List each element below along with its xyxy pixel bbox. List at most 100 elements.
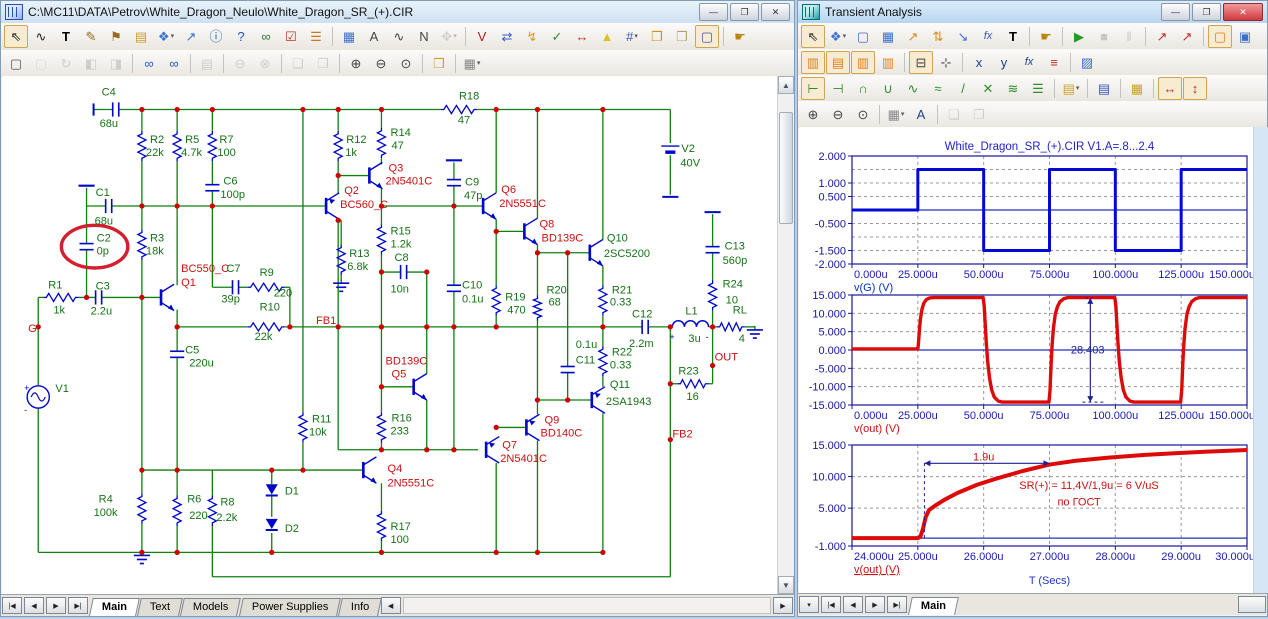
sheet-edit-icon[interactable]: ▦ <box>337 25 361 48</box>
pause-button[interactable]: ‖ <box>1117 25 1141 48</box>
next-tab-button[interactable]: ▶ <box>46 597 66 614</box>
text-mode[interactable]: T <box>1001 25 1025 48</box>
copy-back-icon[interactable]: ❐ <box>311 52 335 75</box>
peak-icon[interactable]: ∩ <box>851 77 875 100</box>
zoom-out[interactable]: ⊖ <box>826 103 850 126</box>
find-attribute[interactable]: A <box>362 25 386 48</box>
curve-icon[interactable]: ↘ <box>951 25 975 48</box>
zoom-lines[interactable]: ≡ <box>1042 51 1066 74</box>
drag-mode[interactable]: ✥▾ <box>437 25 461 48</box>
fx-icon[interactable]: fx <box>976 25 1000 48</box>
zoom-fx[interactable]: fx <box>1017 51 1041 74</box>
lightning-icon[interactable]: ↯ <box>520 25 544 48</box>
select-cursor[interactable]: ⇖ <box>801 25 825 48</box>
zoom-mode[interactable]: ↗ <box>179 25 203 48</box>
find-value[interactable]: V <box>470 25 494 48</box>
hscroll-track[interactable] <box>403 597 771 614</box>
step-icon[interactable]: ⊖ <box>228 52 252 75</box>
numeric-output[interactable]: ▤ <box>1092 77 1116 100</box>
tab-text[interactable]: Text <box>137 598 183 616</box>
tile-menu[interactable]: ▦▾ <box>884 103 908 126</box>
close-button[interactable]: ✕ <box>761 3 790 21</box>
tab-scroll-menu[interactable]: ▾ <box>799 596 819 613</box>
font-icon[interactable]: A <box>909 103 933 126</box>
chart-icon[interactable]: ▦ <box>876 25 900 48</box>
page-icon[interactable]: ❒ <box>645 25 669 48</box>
node-numbers[interactable]: ⇄ <box>495 25 519 48</box>
rotate-icon[interactable]: ↻ <box>54 52 78 75</box>
schematic-titlebar[interactable]: C:\MC11\DATA\Petrov\White_Dragon_Neulo\W… <box>1 1 794 24</box>
multiwave-icon[interactable]: ≋ <box>1001 77 1025 100</box>
zoom-out[interactable]: ⊖ <box>369 52 393 75</box>
last-tab-button[interactable]: ▶| <box>887 596 907 613</box>
component-menu[interactable]: ❖▾ <box>154 25 178 48</box>
first-tab-button[interactable]: |◀ <box>821 596 841 613</box>
zoom-100[interactable]: ⊙ <box>394 52 418 75</box>
analysis-limits[interactable]: ↗ <box>1150 25 1174 48</box>
scroll-down-button[interactable]: ▼ <box>778 576 794 594</box>
select-cursor[interactable]: ⇖ <box>4 25 28 48</box>
find-icon[interactable]: ∞ <box>137 52 161 75</box>
wire-mode[interactable]: ∿ <box>29 25 53 48</box>
slope-icon[interactable]: / <box>951 77 975 100</box>
hscroll-left-button[interactable]: ◀ <box>381 597 401 614</box>
find-next-icon[interactable]: ∞ <box>162 52 186 75</box>
minimize-button[interactable]: — <box>699 3 728 21</box>
close-button[interactable]: ✕ <box>1223 3 1263 21</box>
zoom-region[interactable]: ▢ <box>851 25 875 48</box>
scale-updown-icon[interactable]: ⇅ <box>926 25 950 48</box>
horizontal-cursor[interactable]: ⊟ <box>909 51 933 74</box>
prev-tab-button[interactable]: ◀ <box>24 597 44 614</box>
stop-button[interactable]: ■ <box>1092 25 1116 48</box>
zoom-in[interactable]: ⊕ <box>344 52 368 75</box>
prev-tab-button[interactable]: ◀ <box>843 596 863 613</box>
zoom-y[interactable]: y <box>992 51 1016 74</box>
panel-3[interactable]: ▥ <box>851 51 875 74</box>
find-wave[interactable]: ∿ <box>387 25 411 48</box>
restore-button[interactable]: ❐ <box>730 3 759 21</box>
flip-h-icon[interactable]: ◧ <box>79 52 103 75</box>
help-icon[interactable]: ? <box>229 25 253 48</box>
smooth-icon[interactable]: ≈ <box>926 77 950 100</box>
tile-menu[interactable]: ▦▾ <box>460 52 484 75</box>
grid-menu[interactable]: #▾ <box>620 25 644 48</box>
scroll-up-button[interactable]: ▲ <box>778 76 794 94</box>
component-menu[interactable]: ❖▾ <box>826 25 850 48</box>
hscroll-right-button[interactable]: ▶ <box>773 597 793 614</box>
flip-v-icon[interactable]: ◨ <box>104 52 128 75</box>
last-tab-button[interactable]: ▶| <box>68 597 88 614</box>
cursor-left[interactable]: ⊢ <box>801 77 825 100</box>
properties-icon[interactable]: ☛ <box>728 25 752 48</box>
link-icon[interactable]: ∞ <box>254 25 278 48</box>
stripes-icon[interactable]: ☰ <box>304 25 328 48</box>
minimize-button[interactable]: — <box>1161 3 1190 21</box>
info-icon[interactable]: ⓘ <box>204 25 228 48</box>
valley-icon[interactable]: ∪ <box>876 77 900 100</box>
tab-main[interactable]: Main <box>908 597 959 615</box>
checklist-icon[interactable]: ☑ <box>279 25 303 48</box>
cancel-icon[interactable]: ⊗ <box>253 52 277 75</box>
scale-y-icon[interactable]: ↕ <box>1183 77 1207 100</box>
eraser-icon[interactable]: ▨ <box>1075 51 1099 74</box>
warning-triangle[interactable]: ▲ <box>595 25 619 48</box>
next-tab-button[interactable]: ▶ <box>865 596 885 613</box>
text-mode[interactable]: T <box>54 25 78 48</box>
blank-region[interactable]: ▢ <box>29 52 53 75</box>
tab-models[interactable]: Models <box>180 598 241 616</box>
restore-button[interactable]: ❐ <box>1192 3 1221 21</box>
tab-power-supplies[interactable]: Power Supplies <box>239 598 341 616</box>
zoom-in[interactable]: ⊕ <box>801 103 825 126</box>
move-region[interactable]: ▢ <box>4 52 28 75</box>
clipboard-data[interactable]: ▦ <box>1125 77 1149 100</box>
copy-front-icon[interactable]: ❏ <box>942 103 966 126</box>
zoom-x[interactable]: x <box>967 51 991 74</box>
copy-front-icon[interactable]: ❏ <box>286 52 310 75</box>
copy-back-icon[interactable]: ❐ <box>967 103 991 126</box>
point-tag[interactable]: ▣ <box>1233 25 1257 48</box>
analysis-titlebar[interactable]: Transient Analysis — ❐ ✕ <box>798 1 1267 24</box>
tab-main[interactable]: Main <box>89 598 140 616</box>
scope-region[interactable]: ▢ <box>1208 25 1232 48</box>
small-doc-icon[interactable]: ❒ <box>670 25 694 48</box>
zoom-100[interactable]: ⊙ <box>851 103 875 126</box>
schematic-vscrollbar[interactable]: ▲ ▼ <box>777 76 794 594</box>
